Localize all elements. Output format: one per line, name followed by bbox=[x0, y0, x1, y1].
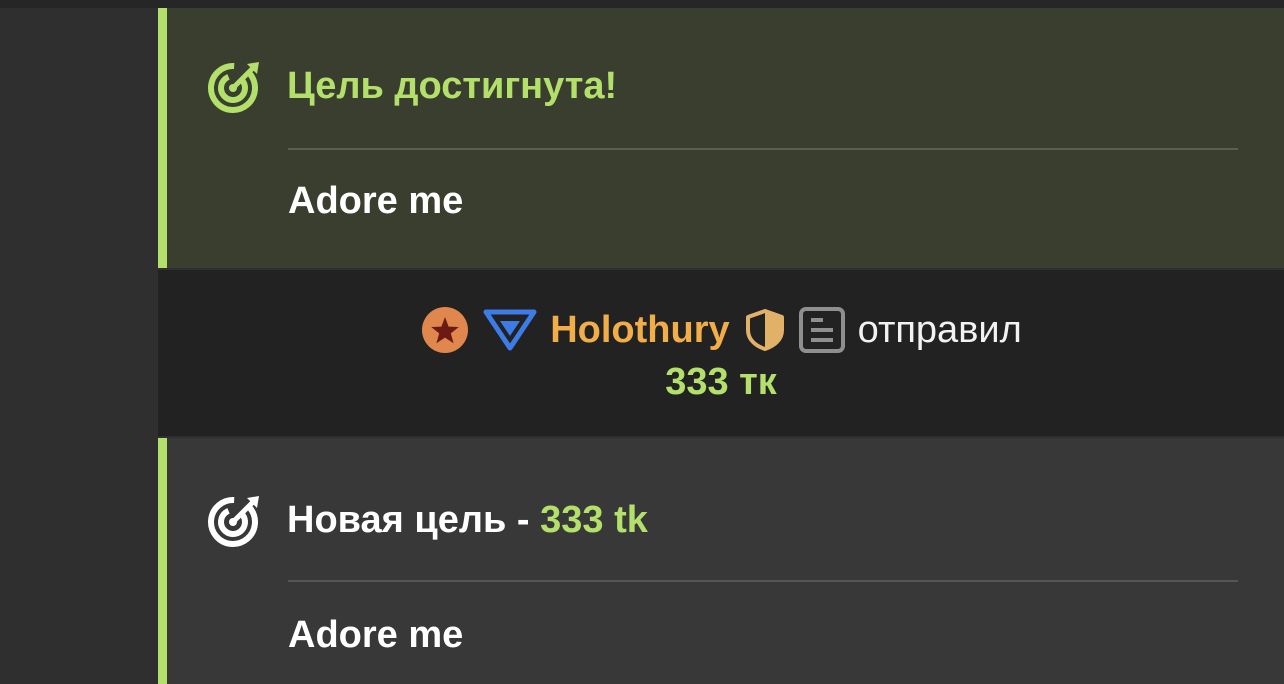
star-badge-icon bbox=[420, 305, 470, 355]
goal-name: Adore me bbox=[288, 614, 464, 656]
new-goal-amount: 333 tk bbox=[540, 499, 648, 541]
goal-name: Adore me bbox=[288, 180, 464, 222]
new-goal-card: Новая цель - 333 tk Adore me bbox=[158, 438, 1284, 684]
tip-action-text: отправил bbox=[857, 308, 1022, 351]
new-goal-title: Новая цель - 333 tk bbox=[287, 490, 648, 550]
chat-page: Цель достигнута! Adore me Holothury отпр… bbox=[0, 0, 1284, 684]
new-goal-header: Новая цель - 333 tk bbox=[207, 490, 648, 550]
goal-divider bbox=[288, 580, 1238, 582]
goal-reached-title: Цель достигнута! bbox=[287, 65, 618, 107]
target-icon bbox=[207, 492, 263, 548]
tip-message: Holothury отправил 333 тк bbox=[158, 270, 1284, 436]
goal-divider bbox=[288, 148, 1238, 150]
username-link[interactable]: Holothury bbox=[550, 309, 729, 352]
tip-line: Holothury отправил bbox=[158, 304, 1284, 356]
shield-icon bbox=[744, 308, 786, 352]
goal-reached-header: Цель достигнута! bbox=[207, 56, 617, 116]
top-edge bbox=[0, 0, 1284, 8]
tip-amount: 333 тк bbox=[665, 361, 777, 403]
chat-feed: Цель достигнута! Adore me Holothury отпр… bbox=[158, 8, 1284, 684]
blue-triangle-icon bbox=[482, 308, 538, 352]
document-icon bbox=[798, 306, 846, 354]
goal-reached-card: Цель достигнута! Adore me bbox=[158, 8, 1284, 268]
new-goal-title-prefix: Новая цель - bbox=[287, 499, 541, 541]
target-icon bbox=[207, 58, 263, 114]
